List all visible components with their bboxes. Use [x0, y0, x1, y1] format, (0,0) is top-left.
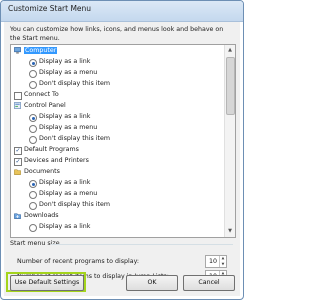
recent-programs-spinner[interactable]: 10 ▲ ▼: [205, 255, 227, 268]
list-item-label: Display as a link: [39, 223, 91, 230]
vertical-scrollbar[interactable]: ▲ ▼: [224, 45, 235, 237]
radio-option[interactable]: Display as a link: [29, 112, 90, 122]
list-item-label: Display as a menu: [39, 190, 98, 197]
list-item-label: Devices and Printers: [24, 157, 89, 164]
checkbox[interactable]: ✓: [14, 147, 22, 155]
list-item-label: Display as a link: [39, 58, 91, 65]
list-item[interactable]: Control Panel: [14, 101, 66, 111]
radio-option[interactable]: Display as a menu: [29, 189, 97, 199]
list-item[interactable]: Documents: [14, 167, 60, 177]
radio-option[interactable]: Display as a link: [29, 222, 90, 232]
recent-programs-label: Number of recent programs to display:: [17, 258, 139, 265]
list-item-label: Don't display this item: [39, 135, 110, 142]
list-item-label: Display as a menu: [39, 124, 98, 131]
scroll-down-arrow-icon[interactable]: ▼: [226, 227, 234, 236]
radio-option[interactable]: Don't display this item: [29, 200, 110, 210]
checkbox-item[interactable]: Connect To: [14, 90, 59, 100]
computer-icon: [14, 47, 21, 54]
radio-option[interactable]: Display as a menu: [29, 123, 97, 133]
list-item-label: Documents: [24, 168, 60, 175]
radio-button[interactable]: [29, 224, 37, 232]
checkbox[interactable]: ✓: [14, 158, 22, 166]
scrollbar-thumb[interactable]: [226, 57, 235, 115]
cancel-button[interactable]: Cancel: [183, 275, 235, 291]
spinner-arrows-icon[interactable]: ▲▼: [219, 256, 226, 267]
list-item-label: Default Programs: [24, 146, 79, 153]
checkbox-item[interactable]: ✓ Default Programs: [14, 145, 79, 155]
list-item-label: Don't display this item: [39, 201, 110, 208]
list-item-label: Don't display this item: [39, 80, 110, 87]
radio-option[interactable]: Display as a menu: [29, 68, 97, 78]
list-item-label: Downloads: [24, 212, 59, 219]
intro-text: You can customize how links, icons, and …: [10, 26, 224, 42]
radio-button[interactable]: [29, 202, 37, 210]
list-item[interactable]: Downloads: [14, 211, 59, 221]
title-bar[interactable]: Customize Start Menu: [1, 1, 243, 22]
recent-programs-value[interactable]: 10: [209, 258, 217, 265]
radio-button[interactable]: [29, 114, 37, 122]
radio-button[interactable]: [29, 125, 37, 133]
radio-option[interactable]: Display as a link: [29, 178, 90, 188]
checkbox-item[interactable]: ✓ Devices and Printers: [14, 156, 89, 166]
radio-button[interactable]: [29, 59, 37, 67]
section-divider: [51, 244, 233, 245]
radio-button[interactable]: [29, 81, 37, 89]
list-item-label: Display as a link: [39, 113, 91, 120]
customize-start-menu-dialog: Customize Start Menu You can customize h…: [0, 0, 244, 300]
list-item-label: Connect To: [24, 91, 59, 98]
dialog-body: You can customize how links, icons, and …: [4, 22, 240, 296]
radio-button[interactable]: [29, 70, 37, 78]
list-item-label: Display as a link: [39, 179, 91, 186]
documents-icon: [14, 168, 21, 175]
list-item-label: Display as a menu: [39, 69, 98, 76]
list-item-label: Control Panel: [24, 102, 66, 109]
radio-button[interactable]: [29, 180, 37, 188]
ok-button[interactable]: OK: [126, 275, 178, 291]
radio-option[interactable]: Don't display this item: [29, 79, 110, 89]
list-item[interactable]: Computer: [14, 46, 58, 56]
checkbox[interactable]: [14, 92, 22, 100]
radio-option[interactable]: Display as a link: [29, 57, 90, 67]
window-title: Customize Start Menu: [8, 4, 92, 13]
radio-button[interactable]: [29, 136, 37, 144]
start-menu-items-list[interactable]: Computer Display as a link Display as a me…: [10, 44, 236, 238]
list-item-label: Computer: [24, 47, 58, 54]
radio-option[interactable]: Don't display this item: [29, 134, 110, 144]
scroll-up-arrow-icon[interactable]: ▲: [226, 46, 234, 55]
radio-button[interactable]: [29, 191, 37, 199]
downloads-icon: [14, 212, 21, 219]
control-panel-icon: [14, 102, 21, 109]
use-default-settings-button[interactable]: Use Default Settings: [10, 275, 84, 291]
